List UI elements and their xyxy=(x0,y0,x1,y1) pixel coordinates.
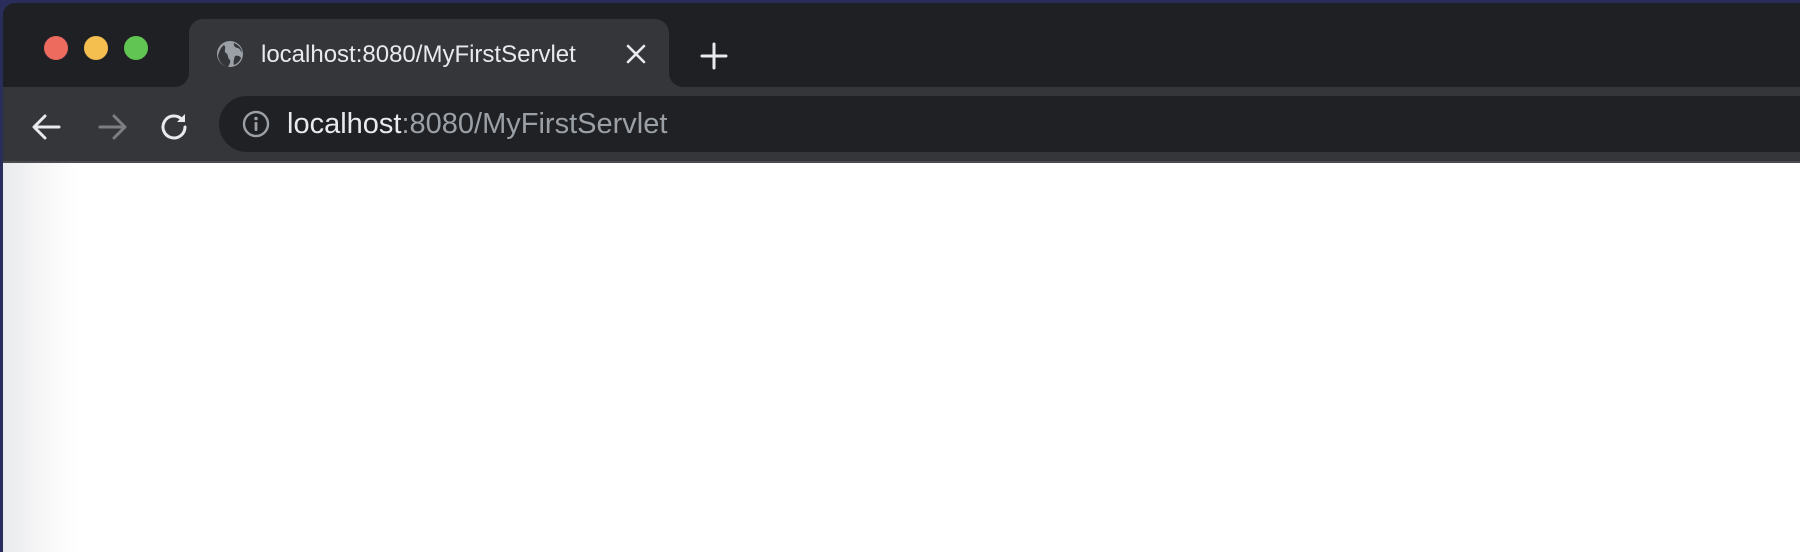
tab-title: localhost:8080/MyFirstServlet xyxy=(261,41,576,68)
page-content xyxy=(3,163,1800,552)
content-edge-shadow xyxy=(3,163,78,552)
close-icon[interactable] xyxy=(625,43,647,65)
url-text[interactable]: localhost:8080/MyFirstServlet xyxy=(287,108,667,141)
address-bar[interactable]: localhost:8080/MyFirstServlet xyxy=(219,96,1800,152)
reload-icon[interactable] xyxy=(158,110,192,144)
toolbar: localhost:8080/MyFirstServlet xyxy=(3,87,1800,163)
arrow-right-icon[interactable] xyxy=(95,110,129,144)
window-minimize-button[interactable] xyxy=(84,36,108,60)
tab-strip: localhost:8080/MyFirstServlet xyxy=(3,3,1800,87)
url-path: :8080/MyFirstServlet xyxy=(401,108,668,140)
window-close-button[interactable] xyxy=(44,36,68,60)
browser-window: localhost:8080/MyFirstServlet localhost:… xyxy=(3,3,1800,552)
tab-active[interactable]: localhost:8080/MyFirstServlet xyxy=(189,19,669,87)
globe-icon xyxy=(217,41,243,67)
new-tab-button[interactable] xyxy=(699,41,729,71)
url-host: localhost xyxy=(287,108,402,140)
window-maximize-button[interactable] xyxy=(124,36,148,60)
arrow-left-icon[interactable] xyxy=(30,110,64,144)
info-icon[interactable] xyxy=(241,109,271,139)
